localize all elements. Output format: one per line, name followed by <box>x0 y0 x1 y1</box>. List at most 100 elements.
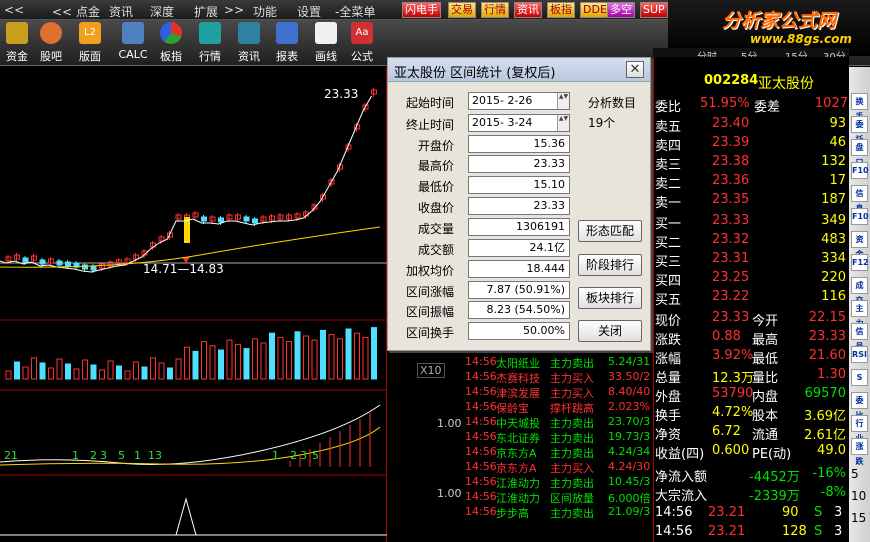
stat-row: 开盘价 15.36 <box>388 135 578 153</box>
stat-value: 23.33 <box>533 157 566 170</box>
side-tool-button[interactable]: F12 <box>851 254 869 271</box>
spin-arrows-icon[interactable]: ▲▼ <box>557 93 569 109</box>
date-picker[interactable]: 2015- 3-24 ▲▼ <box>468 114 570 132</box>
tag-zixun[interactable]: 资讯 <box>514 2 542 18</box>
bid-row[interactable]: 买一 23.33 349 <box>654 212 850 232</box>
side-tool-button[interactable]: 委比 <box>851 392 868 420</box>
toolbar-guba-button[interactable]: 股吧 <box>34 22 68 64</box>
side-tool-button[interactable]: 信息 <box>851 185 868 213</box>
toolbar-huaxian-button[interactable]: 画线 <box>309 22 343 64</box>
sector-rank-button[interactable]: 板块排行 <box>578 287 642 309</box>
trade-alert-row[interactable]: 14:56 京东方A 主力卖出 4.24/34 <box>465 445 653 460</box>
trade-alert-row[interactable]: 14:56 保龄宝 撑杆跳高 2.023% <box>465 400 653 415</box>
stat-label: 收盘价 <box>417 201 454 215</box>
side-tool-button[interactable]: 行业 <box>851 415 868 443</box>
toolbar-baobiao-button[interactable]: 报表 <box>270 22 304 64</box>
menu-item-all[interactable]: -全菜单 <box>335 3 375 20</box>
toolbar-zijin-button[interactable]: 资金 <box>0 22 34 64</box>
menu-item-shendu[interactable]: 深度 <box>150 3 174 20</box>
dialog-title: 亚太股份 区间统计 (复权后) <box>394 66 556 81</box>
date-picker[interactable]: 2015- 2-26 ▲▼ <box>468 92 570 110</box>
spin-arrows-icon[interactable]: ▲▼ <box>557 115 569 131</box>
candle-body <box>201 216 207 222</box>
trade-time: 14:56 <box>465 505 497 518</box>
trade-alert-row[interactable]: 14:56 江淮动力 主力卖出 10.45/3 <box>465 475 653 490</box>
volume-bar <box>5 370 12 380</box>
trade-alert-row[interactable]: 14:56 东北证券 主力卖出 19.73/3 <box>465 430 653 445</box>
stat-value: 8.23 (54.50%) <box>486 303 565 316</box>
ask-row[interactable]: 卖五 23.40 93 <box>654 115 850 135</box>
pattern-match-button[interactable]: 形态匹配 <box>578 220 642 242</box>
trade-alert-row[interactable]: 14:56 京东方A 主力买入 4.24/30 <box>465 460 653 475</box>
stat-label: 开盘价 <box>417 139 454 153</box>
side-tool-button[interactable]: 涨跌 <box>851 438 868 466</box>
trade-name: 中天城投 <box>496 417 540 430</box>
stat-row: 成交量 1306191 <box>388 218 578 236</box>
toolbar-hangqing-button[interactable]: 行情 <box>193 22 227 64</box>
menu-nav-back[interactable]: << 点金 <box>52 3 100 20</box>
dialog-titlebar[interactable]: 亚太股份 区间统计 (复权后) ✕ <box>388 58 650 82</box>
tag-sup[interactable]: SUP <box>640 2 668 18</box>
stat-cell: 4.72% <box>712 405 754 420</box>
tag-duokong[interactable]: 多空 <box>607 2 635 18</box>
stat-label: 终止时间 <box>405 118 454 132</box>
trade-alert-row[interactable]: 14:56 津滨发展 主力买入 8.40/40 <box>465 385 653 400</box>
side-tool-button[interactable]: S <box>851 369 868 386</box>
trade-val: 4.24/30 <box>608 460 651 473</box>
stat-row: 区间振幅 8.23 (54.50%) <box>388 301 578 319</box>
side-tool-button[interactable]: 资金 <box>851 231 868 259</box>
toolbar-banzhi-button[interactable]: 板指 <box>154 22 188 64</box>
side-tool-button[interactable]: RSI <box>851 346 868 363</box>
side-tool-button[interactable]: F10 <box>851 208 869 225</box>
trade-alert-row[interactable]: 14:56 中天城投 主力卖出 23.70/3 <box>465 415 653 430</box>
trade-name: 津滨发展 <box>496 387 540 400</box>
bid-row[interactable]: 买五 23.22 116 <box>654 288 850 308</box>
side-tool-button[interactable]: 盘口 <box>851 139 868 167</box>
tag-banzhi[interactable]: 板指 <box>547 2 575 18</box>
menu-nav-right[interactable]: >> <box>224 3 244 17</box>
side-tool-button[interactable]: 成交 <box>851 277 868 305</box>
toolbar-calc-button[interactable]: CALC <box>116 22 150 61</box>
side-tool-button[interactable]: F10 <box>851 162 869 179</box>
menu-item-shezhi[interactable]: 设置 <box>297 3 321 20</box>
dialog-close-button[interactable]: ✕ <box>626 61 644 78</box>
trade-alert-row[interactable]: 14:56 步步高 主力卖出 21.09/3 <box>465 505 653 520</box>
volume-bar <box>22 366 29 380</box>
tag-jiaoyi[interactable]: 交易 <box>448 2 476 18</box>
side-tool-button[interactable]: 换手 <box>851 93 868 121</box>
side-tool-button[interactable]: 主力 <box>851 300 868 328</box>
trade-alert-row[interactable]: 14:56 太阳纸业 主力卖出 5.24/31 <box>465 355 653 370</box>
volume-bar <box>320 329 326 380</box>
trade-alert-row[interactable]: 14:56 江淮动力 区间放量 6.000倍 <box>465 490 653 505</box>
menu-item-zixun[interactable]: 资讯 <box>109 3 133 20</box>
bid-row[interactable]: 买二 23.32 483 <box>654 231 850 251</box>
stat-value-field: 7.87 (50.91%) <box>468 281 570 299</box>
kline-chart[interactable]: 21 1 2 3 5 1 13 1 2 3 5 23.33 14.71—14.83 <box>0 67 387 542</box>
bid-row[interactable]: 买四 23.25 220 <box>654 269 850 289</box>
tag-shandianshou[interactable]: 闪电手 <box>402 2 441 18</box>
toolbar-banmian-button[interactable]: L2 版面 <box>73 22 107 64</box>
side-tool-button[interactable]: 委托 <box>851 116 868 144</box>
stat-cell: 流通 <box>752 428 779 443</box>
tag-dde[interactable]: DDE <box>580 2 610 18</box>
trade-type: 主力买入 <box>550 387 594 400</box>
tag-hangqing[interactable]: 行情 <box>481 2 509 18</box>
toolbar-gongshi-button[interactable]: Aa 公式 <box>345 22 379 64</box>
close-button[interactable]: 关闭 <box>578 320 642 342</box>
stat-value-field: 18.444 <box>468 260 570 278</box>
ask-row[interactable]: 卖三 23.38 132 <box>654 153 850 173</box>
bid-row[interactable]: 买三 23.31 334 <box>654 250 850 270</box>
side-tool-button[interactable]: 信号 <box>851 323 868 351</box>
ask-row[interactable]: 卖二 23.36 17 <box>654 172 850 192</box>
stage-rank-button[interactable]: 阶段排行 <box>578 254 642 276</box>
menu-item-kuozhan[interactable]: 扩展 <box>194 3 218 20</box>
ask-row[interactable]: 卖四 23.39 46 <box>654 134 850 154</box>
toolbar-zixun-button[interactable]: 资讯 <box>232 22 266 64</box>
menu-item-gongneng[interactable]: 功能 <box>253 3 277 20</box>
volume-bar <box>286 341 292 380</box>
trade-alert-row[interactable]: 14:56 杰赛科技 主力买入 33.50/2 <box>465 370 653 385</box>
volume-bar <box>150 357 156 380</box>
menu-nav-left[interactable]: << <box>4 3 24 17</box>
volume-bar <box>345 328 352 380</box>
ask-row[interactable]: 卖一 23.35 187 <box>654 191 850 211</box>
